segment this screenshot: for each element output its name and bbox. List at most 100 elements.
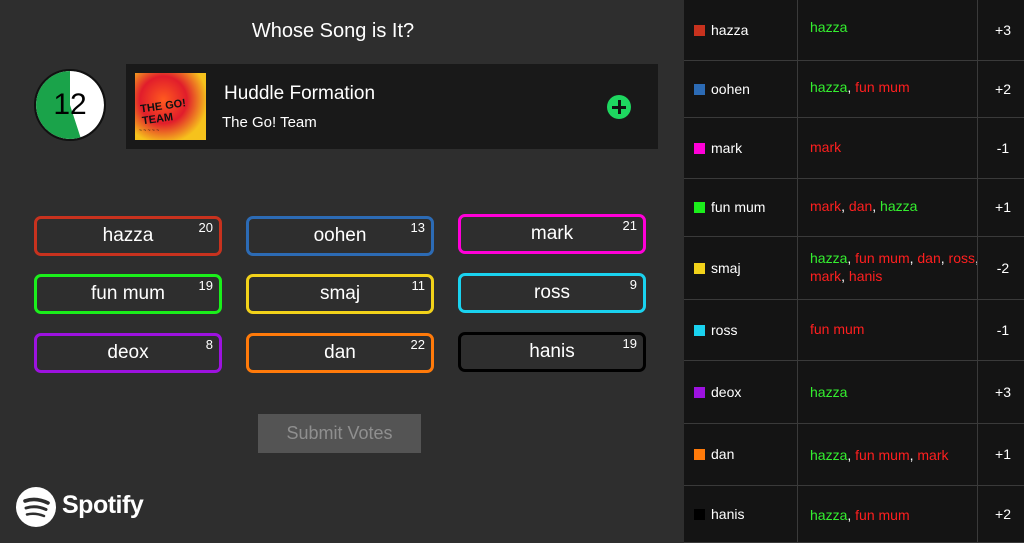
now-playing-card: THE GO! TEAM ~ ~ ~ ~ ~ Huddle Formation … — [126, 64, 658, 149]
player-color-swatch — [694, 263, 705, 274]
correct-guess: hazza — [810, 79, 848, 95]
wrong-guess: dan — [917, 250, 941, 266]
player-name: hazza — [102, 225, 154, 246]
song-title: Huddle Formation — [224, 83, 376, 104]
column-divider — [977, 0, 978, 543]
guesses-list: mark — [810, 138, 980, 156]
score-delta: -2 — [996, 260, 1010, 276]
player-button-oohen[interactable]: oohen 13 — [246, 216, 434, 256]
player-color-swatch — [694, 509, 705, 520]
wrong-guess: mark — [810, 198, 842, 214]
correct-guess: hazza — [810, 507, 848, 523]
player-color-swatch — [694, 202, 705, 213]
countdown-timer: 12 — [34, 69, 106, 141]
song-artist: The Go! Team — [222, 114, 317, 131]
spotify-wordmark: Spotify — [62, 491, 144, 519]
correct-guess: hazza — [810, 384, 848, 400]
wrong-guess: mark — [810, 268, 842, 284]
scoreboard-row: dan hazza, fun mum, mark +1 — [684, 424, 1024, 486]
wrong-guess: fun mum — [855, 79, 910, 95]
submit-votes-button[interactable]: Submit Votes — [258, 414, 421, 453]
player-button-dan[interactable]: dan 22 — [246, 333, 434, 373]
player-name: mark — [530, 223, 574, 244]
spotify-icon — [16, 487, 56, 527]
player-vote-count: 8 — [205, 337, 213, 352]
guesses-list: hazza, fun mum, mark — [810, 447, 949, 463]
player-name: dan — [324, 342, 356, 363]
guesses-list: hazza, fun mum — [810, 79, 910, 95]
player-button-mark[interactable]: mark 21 — [458, 214, 646, 254]
guesses-list: hazza — [810, 383, 980, 401]
player-button-deox[interactable]: deox 8 — [34, 333, 222, 373]
wrong-guess: fun mum — [855, 250, 910, 266]
player-color-swatch — [694, 387, 705, 398]
guesses-list: hazza, fun mum, dan, ross, mark, hanis — [810, 250, 979, 284]
player-button-hanis[interactable]: hanis 19 — [458, 332, 646, 372]
player-color-swatch — [694, 25, 705, 36]
score-delta: +2 — [995, 506, 1011, 522]
player-vote-count: 21 — [622, 218, 637, 233]
score-delta: +2 — [995, 81, 1011, 97]
score-delta: +1 — [995, 446, 1011, 462]
score-delta: -1 — [996, 322, 1010, 338]
player-vote-count: 19 — [622, 336, 637, 351]
player-vote-count: 13 — [410, 220, 425, 235]
score-delta: +3 — [995, 384, 1011, 400]
scoreboard-row: hanis hazza, fun mum +2 — [684, 486, 1024, 543]
guesses-list: fun mum — [810, 320, 980, 338]
player-color-swatch — [694, 325, 705, 336]
guesses-list: hazza — [810, 18, 980, 36]
scoreboard-player-name: ross — [711, 322, 738, 338]
wrong-guess: ross — [948, 250, 975, 266]
correct-guess: hazza — [810, 250, 848, 266]
guesses-list: hazza, fun mum — [810, 507, 910, 523]
scoreboard-row: deox hazza +3 — [684, 361, 1024, 424]
add-song-plus-icon[interactable] — [607, 95, 631, 119]
player-color-swatch — [694, 143, 705, 154]
album-art: THE GO! TEAM ~ ~ ~ ~ ~ — [135, 73, 206, 140]
page-title: Whose Song is It? — [251, 20, 415, 42]
scoreboard-player-name: smaj — [711, 260, 741, 276]
player-button-fun-mum[interactable]: fun mum 19 — [34, 274, 222, 314]
scoreboard-player-name: oohen — [711, 81, 750, 97]
player-button-hazza[interactable]: hazza 20 — [34, 216, 222, 256]
player-vote-count: 19 — [198, 278, 213, 293]
scoreboard-player-name: dan — [711, 446, 735, 462]
scoreboard-row: mark mark -1 — [684, 118, 1024, 179]
player-vote-count: 20 — [198, 220, 213, 235]
player-name: hanis — [529, 341, 575, 362]
player-button-ross[interactable]: ross 9 — [458, 273, 646, 313]
scoreboard-panel: hazza hazza +3 oohen hazza, fun mum +2 mark mar… — [684, 0, 1024, 543]
wrong-guess: mark — [810, 139, 842, 155]
player-name: oohen — [313, 225, 367, 246]
scoreboard-row: smaj hazza, fun mum, dan, ross, mark, han… — [684, 237, 1024, 300]
wrong-guess: fun mum — [810, 321, 865, 337]
scoreboard-player-name: hanis — [711, 506, 745, 522]
wrong-guess: hanis — [848, 268, 883, 284]
wrong-guess: dan — [848, 198, 873, 214]
scoreboard-player-name: mark — [711, 140, 743, 156]
scoreboard-row: hazza hazza +3 — [684, 0, 1024, 61]
correct-guess: hazza — [880, 198, 918, 214]
player-vote-count: 9 — [629, 277, 637, 292]
score-delta: +1 — [995, 199, 1011, 215]
player-vote-count: 11 — [411, 278, 426, 293]
scoreboard-player-name: fun mum — [711, 199, 766, 215]
player-button-smaj[interactable]: smaj 11 — [246, 274, 434, 314]
timer-value: 12 — [53, 88, 87, 121]
player-vote-count: 22 — [410, 337, 425, 352]
player-name: fun mum — [91, 283, 165, 304]
wrong-guess: fun mum — [855, 447, 910, 463]
scoreboard-row: oohen hazza, fun mum +2 — [684, 61, 1024, 118]
correct-guess: hazza — [810, 19, 848, 35]
player-name: deox — [107, 342, 149, 363]
scoreboard-player-name: deox — [711, 384, 742, 400]
scoreboard-row: fun mum mark, dan, hazza +1 — [684, 179, 1024, 237]
scoreboard-row: ross fun mum -1 — [684, 300, 1024, 361]
score-delta: -1 — [996, 140, 1010, 156]
column-divider — [797, 0, 798, 543]
scoreboard-player-name: hazza — [711, 22, 749, 38]
correct-guess: hazza — [810, 447, 848, 463]
player-color-swatch — [694, 84, 705, 95]
wrong-guess: mark — [917, 447, 949, 463]
